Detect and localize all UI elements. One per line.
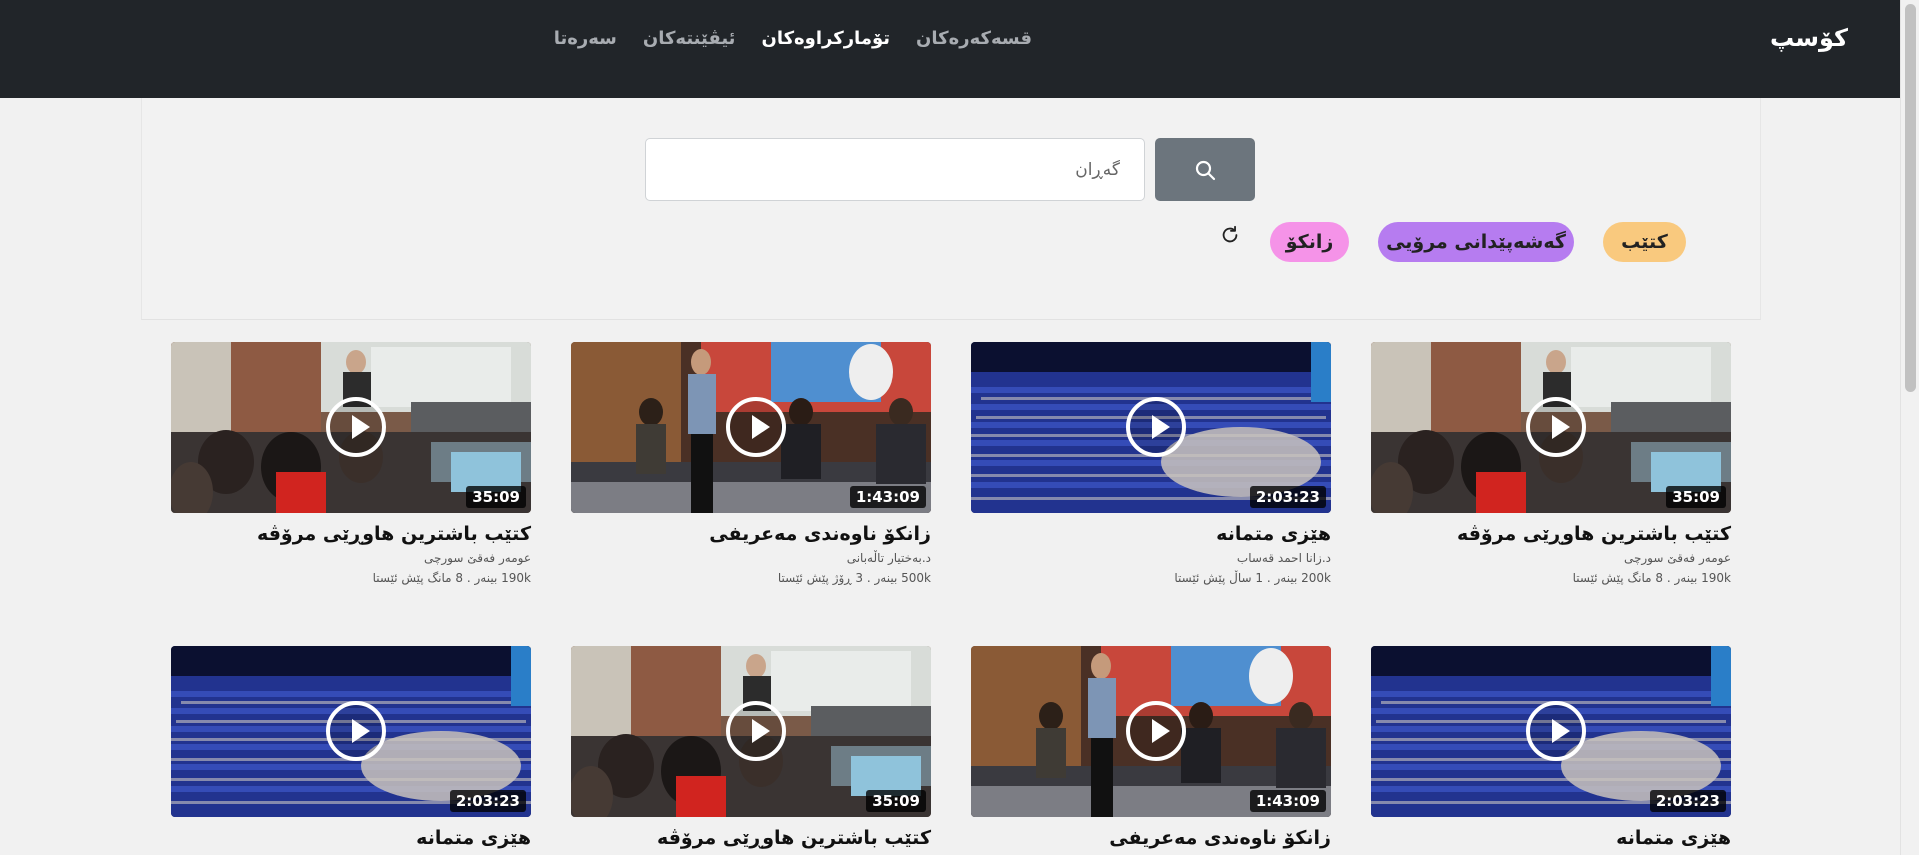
video-author: د.بەختیار تاڵەبانی <box>846 551 931 565</box>
nav-link-speakers[interactable]: قسەکەرەکان <box>916 28 1032 49</box>
video-card: 1:43:09 زانکۆ ناوەندی مەعریفی د.بەختیار … <box>571 342 931 585</box>
search-icon <box>1195 160 1216 180</box>
tag-science[interactable]: زانکۆ <box>1270 222 1349 262</box>
nav-link-events[interactable]: ئیڤێنتەکان <box>643 28 736 49</box>
video-thumbnail[interactable]: 35:09 <box>571 646 931 817</box>
video-title[interactable]: هێزی متمانە <box>971 523 1331 545</box>
video-duration: 1:43:09 <box>1249 790 1326 812</box>
play-icon[interactable] <box>1526 397 1586 457</box>
video-card: 1:43:09 زانکۆ ناوەندی مەعریفی <box>971 646 1331 849</box>
video-card: 35:09 کتێب باشترین هاوڕێی مرۆڤە <box>571 646 931 849</box>
video-duration: 1:43:09 <box>849 486 926 508</box>
video-title[interactable]: زانکۆ ناوەندی مەعریفی <box>571 523 931 545</box>
nav-link-home[interactable]: سەرەتا <box>554 28 617 49</box>
video-duration: 35:09 <box>866 790 926 812</box>
video-author: د.زانا احمد قەساب <box>1236 551 1331 565</box>
play-icon[interactable] <box>326 397 386 457</box>
tag-human-development[interactable]: گەشەپێدانی مرۆیی <box>1378 222 1574 262</box>
play-icon[interactable] <box>1126 701 1186 761</box>
video-duration: 2:03:23 <box>1649 790 1726 812</box>
video-meta: 500k بینەر . 3 ڕۆژ پێش ئێستا <box>777 571 931 585</box>
search-input[interactable] <box>645 138 1145 201</box>
play-icon[interactable] <box>726 397 786 457</box>
video-thumbnail[interactable]: 2:03:23 <box>1371 646 1731 817</box>
page-scrollbar[interactable] <box>1900 0 1919 855</box>
video-title[interactable]: هێزی متمانە <box>1371 827 1731 849</box>
video-title[interactable]: زانکۆ ناوەندی مەعریفی <box>971 827 1331 849</box>
video-duration: 2:03:23 <box>449 790 526 812</box>
video-card: 2:03:23 هێزی متمانە د.زانا احمد قەساب 20… <box>971 342 1331 585</box>
top-navbar: کۆسپ سەرەتا ئیڤێنتەکان تۆمارکراوەکان قسە… <box>0 0 1900 98</box>
play-icon[interactable] <box>1526 701 1586 761</box>
video-card: 35:09 کتێب باشترین هاوڕێی مرۆڤە عومەر فە… <box>171 342 531 585</box>
video-title[interactable]: هێزی متمانە <box>171 827 531 849</box>
video-thumbnail[interactable]: 2:03:23 <box>171 646 531 817</box>
nav-menu: سەرەتا ئیڤێنتەکان تۆمارکراوەکان قسەکەرەک… <box>554 28 1032 49</box>
video-thumbnail[interactable]: 1:43:09 <box>571 342 931 513</box>
video-duration: 35:09 <box>1666 486 1726 508</box>
video-meta: 190k بینەر . 8 مانگ پێش ئێستا <box>372 571 531 585</box>
video-card: 2:03:23 هێزی متمانە <box>171 646 531 849</box>
video-thumbnail[interactable]: 35:09 <box>1371 342 1731 513</box>
video-duration: 2:03:23 <box>1249 486 1326 508</box>
scrollbar-thumb[interactable] <box>1905 4 1916 392</box>
video-title[interactable]: کتێب باشترین هاوڕێی مرۆڤە <box>1371 523 1731 545</box>
video-thumbnail[interactable]: 2:03:23 <box>971 342 1331 513</box>
play-icon[interactable] <box>726 701 786 761</box>
video-card: 2:03:23 هێزی متمانە <box>1371 646 1731 849</box>
search-button[interactable] <box>1155 138 1255 201</box>
search-panel <box>141 98 1761 320</box>
video-author: عومەر فەقێ سورچی <box>1623 551 1731 565</box>
brand-logo[interactable]: کۆسپ <box>1770 24 1848 52</box>
play-icon[interactable] <box>1126 397 1186 457</box>
video-title[interactable]: کتێب باشترین هاوڕێی مرۆڤە <box>171 523 531 545</box>
video-card: 35:09 کتێب باشترین هاوڕێی مرۆڤە عومەر فە… <box>1371 342 1731 585</box>
video-author: عومەر فەقێ سورچی <box>423 551 531 565</box>
refresh-icon[interactable] <box>1219 224 1241 246</box>
video-title[interactable]: کتێب باشترین هاوڕێی مرۆڤە <box>571 827 931 849</box>
video-thumbnail[interactable]: 35:09 <box>171 342 531 513</box>
tag-books[interactable]: کتێب <box>1603 222 1686 262</box>
play-icon[interactable] <box>326 701 386 761</box>
nav-link-recordings[interactable]: تۆمارکراوەکان <box>761 28 890 49</box>
video-meta: 190k بینەر . 8 مانگ پێش ئێستا <box>1572 571 1731 585</box>
video-thumbnail[interactable]: 1:43:09 <box>971 646 1331 817</box>
video-meta: 200k بینەر . 1 ساڵ پێش ئێستا <box>1174 571 1331 585</box>
video-duration: 35:09 <box>466 486 526 508</box>
